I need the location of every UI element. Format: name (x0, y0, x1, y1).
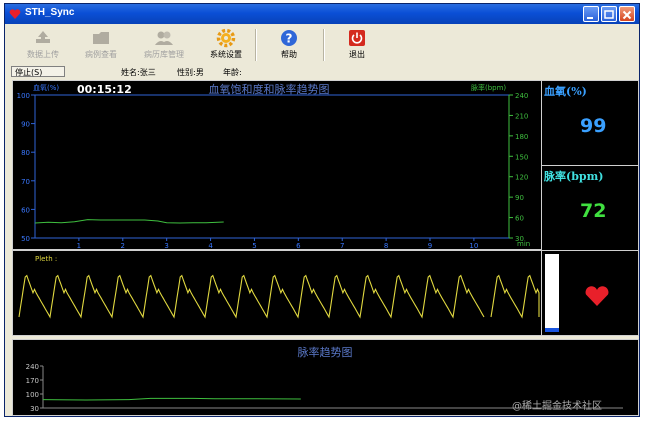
window-title: STH_Sync (25, 7, 75, 18)
help-label: 帮助 (281, 50, 297, 59)
signal-strength-bar (545, 254, 559, 332)
close-icon (622, 10, 632, 20)
trend-series-line (34, 219, 224, 224)
trend-chart-title: 血氧饱和度和脉率趋势图 (209, 82, 330, 96)
elapsed-timer: 00:15:12 (77, 83, 132, 96)
spo2-tick-label: 50 (21, 235, 30, 243)
pulse-trend-tick-label: 240 (26, 363, 39, 371)
help-button[interactable]: ? 帮助 (267, 25, 311, 65)
time-tick-label: 5 (252, 242, 256, 249)
pulse-tick-label: 210 (515, 112, 528, 120)
spo2-value: 99 (580, 115, 607, 137)
time-tick-label: 8 (384, 242, 388, 249)
patient-name: 姓名:张三 (121, 68, 156, 77)
signal-strength-fill (545, 328, 559, 332)
toolbar-separator (323, 29, 325, 61)
pulse-panel: 脉率(bpm) 72 (541, 165, 639, 251)
pulse-axis-label: 脉率(bpm) (471, 83, 506, 92)
spo2-tick-label: 90 (21, 121, 30, 129)
trend-chart: 1009080706050 240210180150120906030 1234… (17, 82, 531, 250)
pulse-tick-label: 90 (515, 194, 524, 202)
case-view-label: 病例查看 (85, 50, 117, 59)
case-library-button[interactable]: 病历库管理 (137, 25, 191, 65)
case-view-button[interactable]: 病例查看 (79, 25, 123, 65)
time-tick-label: 3 (164, 242, 168, 249)
main-window: STH_Sync 数据上传 病例查看 病历库管理 系统设置 ? 帮助 退出 停止… (4, 3, 640, 417)
power-icon (349, 30, 365, 46)
toolbar: 数据上传 病例查看 病历库管理 系统设置 ? 帮助 退出 (5, 25, 639, 65)
time-tick-label: 6 (296, 242, 301, 249)
pulse-trend-title: 脉率趋势图 (298, 345, 353, 359)
spo2-tick-label: 60 (21, 206, 30, 214)
title-bar[interactable]: STH_Sync (5, 4, 639, 24)
minimize-icon (587, 17, 593, 19)
upload-icon (36, 31, 50, 43)
pulse-tick-label: 180 (515, 133, 528, 141)
svg-text:?: ? (286, 32, 293, 46)
pulse-label: 脉率(bpm) (544, 170, 604, 183)
spo2-label: 血氧(%) (544, 85, 587, 98)
heart-app-icon (9, 9, 21, 19)
patient-age: 年龄: (223, 68, 242, 77)
spo2-tick-label: 100 (17, 92, 30, 100)
time-tick-label: 4 (208, 242, 213, 249)
pleth-label: Pleth : (35, 255, 57, 263)
maximize-icon (604, 10, 614, 19)
time-unit-label: min (517, 240, 530, 248)
pulse-tick-label: 120 (515, 174, 528, 182)
pulse-tick-label: 240 (515, 92, 528, 100)
pulse-tick-label: 150 (515, 153, 528, 161)
spo2-panel: 血氧(%) 99 (541, 80, 639, 166)
pulse-trend-tick-label: 30 (30, 405, 39, 413)
toolbar-separator (255, 29, 257, 61)
folder-icon (93, 32, 109, 44)
time-tick-label: 2 (121, 242, 125, 249)
settings-button[interactable]: 系统设置 (203, 25, 249, 65)
gear-icon (216, 28, 236, 48)
heart-icon (585, 286, 609, 306)
exit-button[interactable]: 退出 (335, 25, 379, 65)
minimize-button[interactable] (583, 6, 599, 22)
help-icon: ? (281, 30, 297, 46)
pulse-trend-tick-label: 170 (26, 377, 39, 385)
spo2-axis-label: 血氧(%) (33, 83, 59, 92)
spo2-tick-label: 70 (21, 178, 30, 186)
pleth-waveform: Pleth : (18, 255, 540, 319)
trend-chart-panel: 100 90 80 70 60 50 240 210 180 150 120 90 60 30 1234… (12, 80, 542, 250)
patient-gender: 性别:男 (177, 68, 204, 77)
watermark-text: @稀土掘金技术社区 (512, 401, 602, 412)
patient-info-bar: 停止(S) 姓名:张三 性别:男 年龄: (5, 65, 639, 79)
spo2-tick-label: 80 (21, 149, 30, 157)
time-tick-label: 9 (428, 242, 432, 249)
time-tick-label: 1 (77, 242, 81, 249)
pulse-value: 72 (580, 200, 607, 222)
users-icon (155, 31, 173, 45)
signal-panel (541, 250, 639, 336)
maximize-button[interactable] (601, 6, 617, 22)
stop-button[interactable]: 停止(S) (11, 66, 65, 77)
close-button[interactable] (619, 6, 635, 22)
pulse-trend-tick-label: 100 (26, 391, 39, 399)
time-tick-label: 7 (340, 242, 344, 249)
pleth-panel: Pleth : (12, 250, 542, 336)
settings-label: 系统设置 (210, 50, 242, 59)
pulse-tick-label: 60 (515, 215, 524, 223)
exit-label: 退出 (349, 50, 365, 59)
upload-button[interactable]: 数据上传 (21, 25, 65, 65)
case-library-label: 病历库管理 (144, 50, 184, 59)
upload-label: 数据上传 (27, 50, 59, 59)
time-tick-label: 10 (469, 242, 478, 249)
pulse-trend-line (42, 397, 301, 401)
